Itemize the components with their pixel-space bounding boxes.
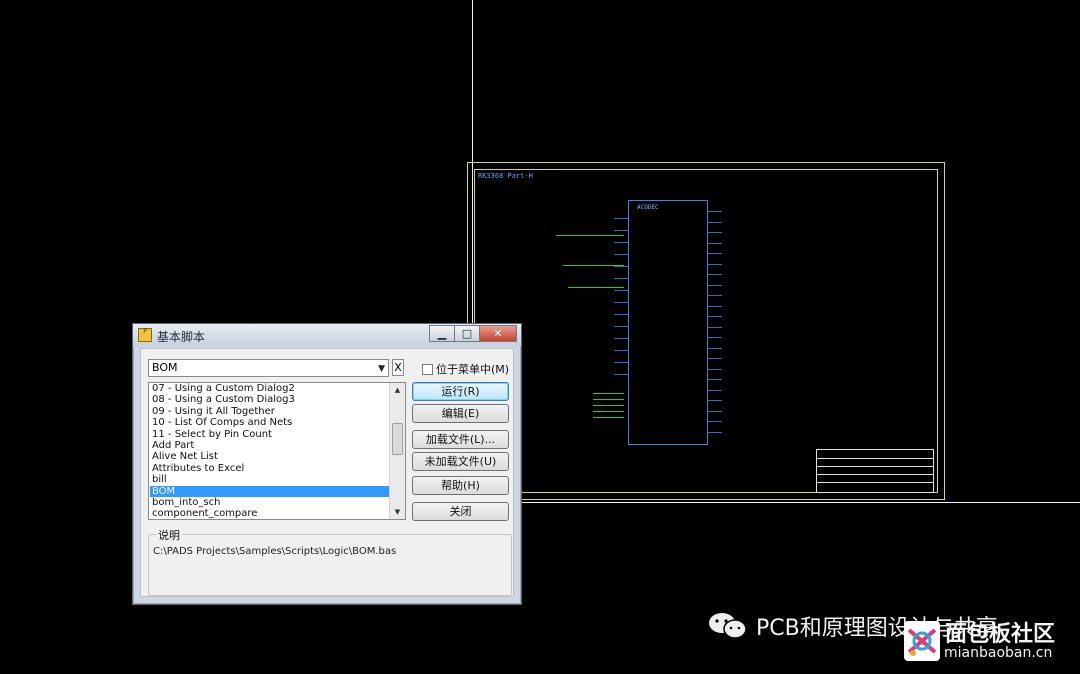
chip-pin-left: [614, 290, 628, 291]
script-list-item[interactable]: Attributes to Excel: [150, 463, 389, 474]
logo-url-text: mianbaoban.cn: [944, 645, 1053, 661]
script-list[interactable]: 07 - Using a Custom Dialog2 08 - Using a …: [148, 382, 406, 520]
acodec-chip[interactable]: ACODEC: [628, 200, 708, 445]
in-menu-checkbox[interactable]: [422, 364, 433, 375]
chip-pin-right: [708, 305, 722, 307]
chip-pin-right: [708, 211, 722, 212]
chip-pin-left: [614, 218, 628, 219]
schematic-wire: [593, 405, 624, 406]
clear-button[interactable]: X: [392, 359, 404, 376]
chip-pin-right: [708, 379, 722, 380]
pads-app-icon: P: [138, 328, 152, 342]
schematic-wire: [593, 411, 624, 412]
script-list-item[interactable]: 08 - Using a Custom Dialog3: [150, 394, 389, 405]
chip-pin-left: [614, 254, 628, 255]
dialog-titlebar[interactable]: P 基本脚本 ▁ □ ✕: [133, 324, 521, 346]
scroll-down-icon[interactable]: ▼: [390, 505, 405, 519]
dialog-client: BOM ▼ X 位于菜单中(M) 07 - Using a Custom Dia…: [140, 348, 514, 597]
scroll-up-icon[interactable]: ▲: [390, 383, 405, 397]
chip-pin-left: [614, 242, 628, 243]
sheet-title: RK3368 Part-H: [478, 172, 533, 180]
schematic-wire: [593, 393, 624, 394]
description-group: 说明 C:\PADS Projects\Samples\Scripts\Logi…: [148, 527, 512, 596]
in-menu-checkbox-label: 位于菜单中(M): [436, 363, 510, 376]
chip-pin-right: [708, 326, 722, 328]
chip-pin-right: [708, 421, 722, 422]
chip-pin-right: [708, 347, 722, 349]
chip-pin-right: [708, 368, 722, 370]
chip-pin-right: [708, 316, 722, 317]
chip-pin-left: [614, 326, 628, 327]
script-list-item[interactable]: Alive Net List: [150, 451, 389, 462]
script-select-value: BOM: [152, 361, 178, 374]
script-list-item[interactable]: Add Part: [150, 440, 389, 451]
chip-pin-right: [708, 358, 722, 359]
chip-pin-right: [708, 253, 722, 254]
list-scrollbar[interactable]: ▲ ▼: [389, 383, 405, 519]
dialog-title: 基本脚本: [157, 330, 206, 344]
chip-pin-left: [614, 278, 628, 279]
in-menu-checkbox-wrap[interactable]: 位于菜单中(M): [422, 361, 509, 377]
chip-pin-right: [708, 389, 722, 391]
logo-chinese-text: 面包板社区: [945, 622, 1056, 647]
script-list-item[interactable]: 09 - Using it All Together: [150, 406, 389, 417]
minimize-button[interactable]: ▁: [429, 325, 455, 342]
mianbaoban-logo-icon: [904, 621, 940, 661]
scroll-thumb[interactable]: [392, 423, 403, 455]
schematic-wire: [593, 417, 624, 418]
title-block: [816, 449, 934, 493]
script-select[interactable]: BOM ▼: [148, 359, 389, 377]
chip-pin-right: [708, 431, 722, 433]
load-file-button[interactable]: 加载文件(L)...: [412, 430, 509, 449]
chip-pin-left: [614, 350, 628, 351]
close-window-button[interactable]: ✕: [479, 325, 517, 342]
edit-button[interactable]: 编辑(E): [412, 404, 509, 423]
chevron-down-icon[interactable]: ▼: [378, 361, 385, 377]
schematic-wire: [593, 399, 624, 400]
chip-pin-left: [614, 374, 628, 375]
script-list-item[interactable]: BOM: [150, 485, 389, 497]
chip-pin-right: [708, 410, 722, 412]
chip-pin-right: [708, 232, 722, 233]
chip-pin-right: [708, 274, 722, 275]
schematic-wire: [556, 235, 624, 236]
script-list-item[interactable]: bom_into_sch: [150, 497, 389, 508]
chip-pin-left: [614, 338, 628, 339]
chip-pin-right: [708, 221, 722, 223]
chip-pin-left: [614, 230, 628, 231]
chip-pin-left: [614, 362, 628, 363]
chip-pin-right: [708, 400, 722, 401]
wechat-icon: [709, 613, 747, 639]
chip-pin-right: [708, 337, 722, 338]
description-text: C:\PADS Projects\Samples\Scripts\Logic\B…: [153, 546, 397, 557]
script-list-item[interactable]: 07 - Using a Custom Dialog2: [150, 383, 389, 394]
schematic-sheet[interactable]: RK3368 Part-H ACODEC: [467, 162, 945, 500]
schematic-wire: [563, 265, 624, 266]
chip-pin-right: [708, 295, 722, 296]
help-button[interactable]: 帮助(H): [412, 476, 509, 495]
script-list-item[interactable]: component_compare: [150, 508, 389, 519]
unload-file-button[interactable]: 未加载文件(U): [412, 452, 509, 471]
maximize-button[interactable]: □: [454, 325, 480, 342]
script-list-item[interactable]: 10 - List Of Comps and Nets: [150, 417, 389, 428]
schematic-wire: [568, 287, 624, 288]
script-list-item[interactable]: 11 - Select by Pin Count: [150, 429, 389, 440]
run-button[interactable]: 运行(R): [412, 382, 509, 401]
chip-pin-left: [614, 314, 628, 315]
chip-pin-left: [614, 266, 628, 267]
crosshair-horizontal-line: [472, 502, 1080, 503]
basic-scripts-dialog: P 基本脚本 ▁ □ ✕ BOM ▼ X 位于菜单中(M) 07 - Using…: [132, 323, 522, 605]
chip-pin-right: [708, 242, 722, 244]
chip-pin-right: [708, 284, 722, 286]
script-list-item[interactable]: bill: [150, 474, 389, 485]
description-label: 说明: [156, 527, 182, 543]
chip-pin-right: [708, 263, 722, 265]
chip-name: ACODEC: [637, 204, 659, 211]
chip-pin-left: [614, 302, 628, 303]
close-button[interactable]: 关闭: [412, 502, 509, 521]
